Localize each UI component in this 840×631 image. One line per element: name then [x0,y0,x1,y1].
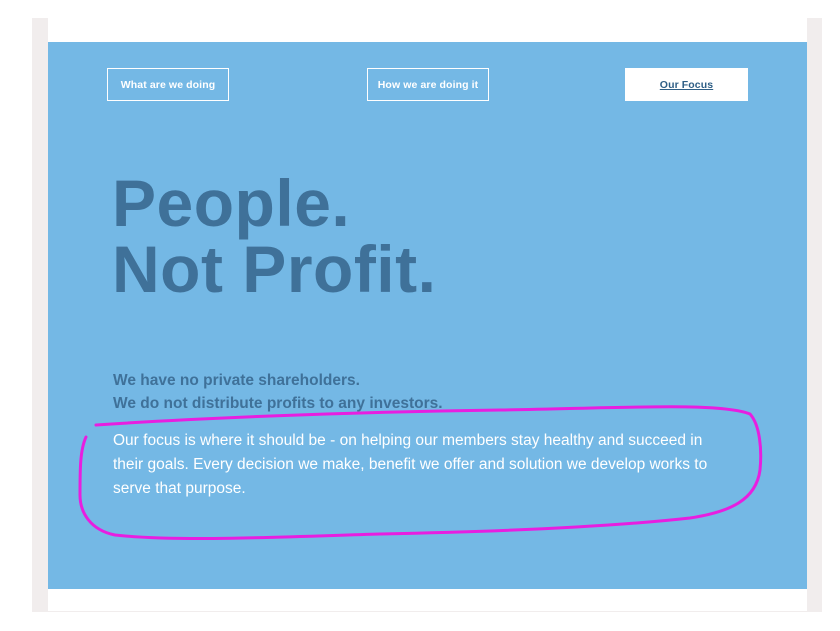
focus-paragraph: Our focus is where it should be - on hel… [113,432,708,497]
bottom-strip [48,589,807,611]
subheading-line-2: We do not distribute profits to any inve… [113,395,443,412]
hero-panel [48,42,807,589]
nav-how-we-are-doing-it-button[interactable]: How we are doing it [367,68,489,101]
subheading-line-1: We have no private shareholders. [113,372,360,389]
headline-line-1: People. [112,166,351,240]
nav-our-focus-button[interactable]: Our Focus [625,68,748,101]
nav-what-are-we-doing-button[interactable]: What are we doing [107,68,229,101]
hero-headline: People. Not Profit. [112,170,436,302]
headline-line-2: Not Profit. [112,232,437,306]
hero-subheading: We have no private shareholders. We do n… [113,369,443,415]
top-strip [48,18,807,42]
